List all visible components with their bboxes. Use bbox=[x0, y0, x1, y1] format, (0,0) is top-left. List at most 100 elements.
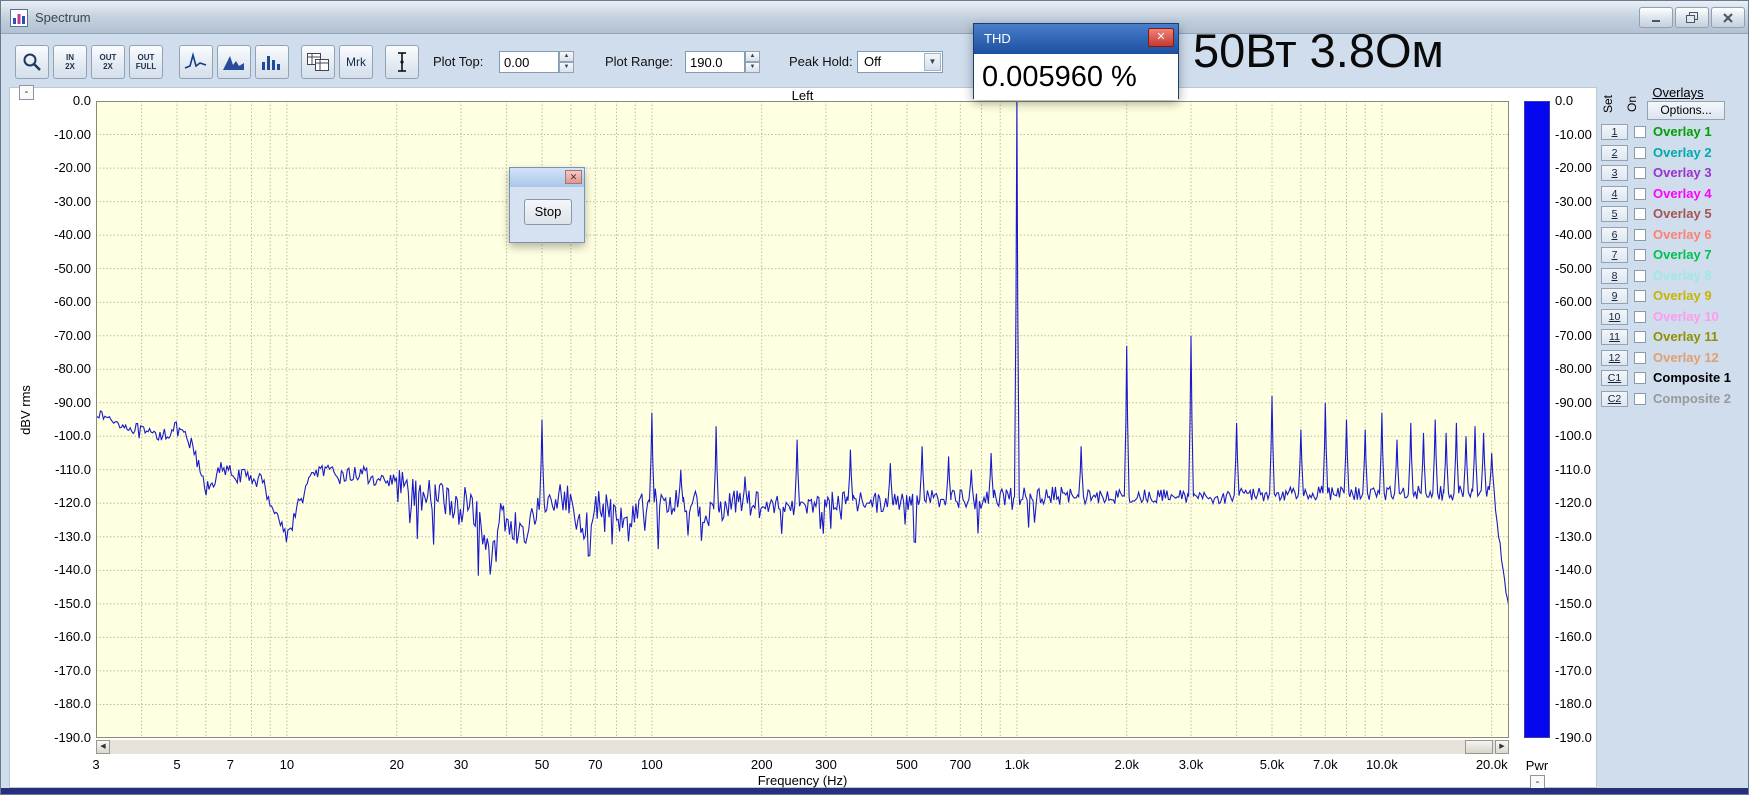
y-tick-left: -80.00 bbox=[54, 361, 91, 377]
overlay-set-button-7[interactable]: 7 bbox=[1601, 247, 1628, 263]
y-tick-right: -140.0 bbox=[1555, 562, 1592, 578]
overlay-on-checkbox-1[interactable] bbox=[1634, 126, 1646, 138]
zoom-button-label: IN bbox=[66, 53, 74, 62]
y-tick-left: -160.0 bbox=[54, 629, 91, 645]
title-bar[interactable]: Spectrum bbox=[1, 1, 1748, 34]
spectrum-plot[interactable] bbox=[96, 101, 1509, 738]
y-tick-right: -80.00 bbox=[1555, 361, 1592, 377]
horizontal-scrollbar[interactable]: ◀ ▶ bbox=[96, 740, 1509, 754]
plot-range-input[interactable] bbox=[685, 51, 745, 73]
overlay-set-button-12[interactable]: 12 bbox=[1601, 349, 1628, 366]
stop-dialog-close-button[interactable]: ✕ bbox=[565, 170, 582, 184]
x-tick: 100 bbox=[640, 757, 663, 772]
y-tick-left: -100.0 bbox=[54, 428, 91, 444]
plot-collapse-button[interactable]: - bbox=[19, 85, 34, 100]
plot-range-spinner[interactable]: ▲ ▼ bbox=[745, 51, 760, 73]
scroll-right-icon[interactable]: ▶ bbox=[1495, 740, 1509, 754]
chevron-down-icon[interactable]: ▼ bbox=[924, 53, 941, 71]
overlay-label-4: Overlay 4 bbox=[1653, 185, 1712, 201]
overlay-on-checkbox-2[interactable] bbox=[1634, 146, 1646, 159]
x-tick: 70 bbox=[588, 757, 603, 772]
overlay-set-button-C1[interactable]: C1 bbox=[1601, 370, 1628, 386]
overlay-on-checkbox-11[interactable] bbox=[1634, 331, 1646, 343]
overlay-on-checkbox-3[interactable] bbox=[1634, 167, 1646, 179]
overlay-set-button-10[interactable]: 10 bbox=[1601, 308, 1628, 325]
close-icon bbox=[1723, 12, 1733, 23]
table-view-button[interactable] bbox=[301, 45, 335, 79]
overlay-on-checkbox-10[interactable] bbox=[1634, 310, 1646, 323]
plot-top-input[interactable] bbox=[499, 51, 559, 73]
overlay-on-checkbox-6[interactable] bbox=[1634, 228, 1646, 241]
table-grid-icon bbox=[307, 53, 329, 71]
y-tick-left: -120.0 bbox=[54, 495, 91, 511]
y-tick-left: -150.0 bbox=[54, 595, 91, 611]
overlay-set-button-6[interactable]: 6 bbox=[1601, 226, 1628, 243]
overlay-on-checkbox-5[interactable] bbox=[1634, 208, 1646, 220]
y-tick-left: -10.00 bbox=[54, 126, 91, 142]
zoom-button-group: IN 2X OUT 2X OUT FULL bbox=[53, 45, 163, 79]
thd-close-button[interactable]: ✕ bbox=[1148, 28, 1174, 47]
overlay-label-1: Overlay 1 bbox=[1653, 124, 1712, 139]
restore-button[interactable] bbox=[1675, 7, 1709, 28]
channel-label: Left bbox=[791, 88, 814, 103]
overlay-on-checkbox-7[interactable] bbox=[1634, 249, 1646, 261]
stop-button[interactable]: Stop bbox=[524, 199, 572, 225]
overlay-set-button-8[interactable]: 8 bbox=[1601, 267, 1628, 284]
overlay-label-3: Overlay 3 bbox=[1653, 165, 1712, 180]
overlay-set-button-9[interactable]: 9 bbox=[1601, 288, 1628, 304]
x-tick: 500 bbox=[896, 757, 918, 772]
y-tick-left: -130.0 bbox=[54, 528, 91, 544]
zoom-in-2x-button[interactable]: IN 2X bbox=[53, 45, 87, 79]
filled-spectrum-view-button[interactable] bbox=[217, 45, 251, 79]
x-tick: 300 bbox=[815, 757, 837, 772]
spin-up-icon[interactable]: ▲ bbox=[559, 51, 574, 62]
overlay-set-button-C2[interactable]: C2 bbox=[1601, 390, 1628, 407]
overlay-on-checkbox-C2[interactable] bbox=[1634, 392, 1646, 405]
thd-window[interactable]: THD ✕ 0.005960 % bbox=[973, 23, 1179, 100]
spin-up-icon[interactable]: ▲ bbox=[745, 51, 760, 62]
overlay-set-button-1[interactable]: 1 bbox=[1601, 124, 1628, 140]
thd-window-title: THD bbox=[984, 31, 1011, 46]
y-tick-right: 0.0 bbox=[1555, 93, 1574, 108]
marker-button-label: Mrk bbox=[346, 55, 366, 69]
overlay-on-checkbox-C1[interactable] bbox=[1634, 372, 1646, 384]
zoom-button-label: OUT bbox=[99, 53, 117, 62]
plot-top-label: Plot Top: bbox=[433, 54, 484, 69]
magnifier-icon bbox=[23, 53, 41, 71]
overlay-set-button-2[interactable]: 2 bbox=[1601, 144, 1628, 161]
overlay-set-button-3[interactable]: 3 bbox=[1601, 165, 1628, 181]
peak-hold-dropdown[interactable]: Off ▼ bbox=[857, 51, 943, 73]
overlay-on-checkbox-8[interactable] bbox=[1634, 269, 1646, 282]
spin-down-icon[interactable]: ▼ bbox=[745, 62, 760, 73]
overlay-set-button-11[interactable]: 11 bbox=[1601, 329, 1628, 345]
plot-top-spinner[interactable]: ▲ ▼ bbox=[559, 51, 574, 73]
overlay-on-checkbox-12[interactable] bbox=[1634, 351, 1646, 364]
overlay-label-7: Overlay 7 bbox=[1653, 247, 1712, 262]
zoom-out-2x-button[interactable]: OUT 2X bbox=[91, 45, 125, 79]
overlay-set-button-5[interactable]: 5 bbox=[1601, 206, 1628, 222]
overlay-on-checkbox-4[interactable] bbox=[1634, 187, 1646, 200]
scrollbar-thumb[interactable] bbox=[1465, 740, 1493, 754]
overlay-set-button-4[interactable]: 4 bbox=[1601, 185, 1628, 202]
y-tick-right: -190.0 bbox=[1555, 730, 1592, 745]
peak-spectrum-view-button[interactable] bbox=[179, 45, 213, 79]
overlay-label-5: Overlay 5 bbox=[1653, 206, 1712, 221]
zoom-tool-button[interactable] bbox=[15, 45, 49, 79]
cursor-tool-button[interactable] bbox=[385, 45, 419, 79]
close-button[interactable] bbox=[1711, 7, 1745, 28]
zoom-button-label: 2X bbox=[103, 62, 113, 71]
minimize-button[interactable] bbox=[1639, 7, 1673, 28]
zoom-out-full-button[interactable]: OUT FULL bbox=[129, 45, 163, 79]
app-icon bbox=[10, 9, 28, 27]
overlays-options-button[interactable]: Options... bbox=[1647, 101, 1725, 120]
x-tick: 20.0k bbox=[1475, 757, 1508, 772]
stop-dialog[interactable]: ✕ Stop bbox=[509, 167, 585, 243]
bar-spectrum-view-button[interactable] bbox=[255, 45, 289, 79]
spin-down-icon[interactable]: ▼ bbox=[559, 62, 574, 73]
overlay-label-9: Overlay 9 bbox=[1653, 288, 1712, 303]
y-tick-right: -90.00 bbox=[1555, 394, 1592, 410]
marker-button[interactable]: Mrk bbox=[339, 45, 373, 79]
annotation-power-load: 50Вт 3.8Ом bbox=[1193, 24, 1444, 77]
overlay-on-checkbox-9[interactable] bbox=[1634, 290, 1646, 302]
scroll-left-icon[interactable]: ◀ bbox=[96, 740, 110, 754]
